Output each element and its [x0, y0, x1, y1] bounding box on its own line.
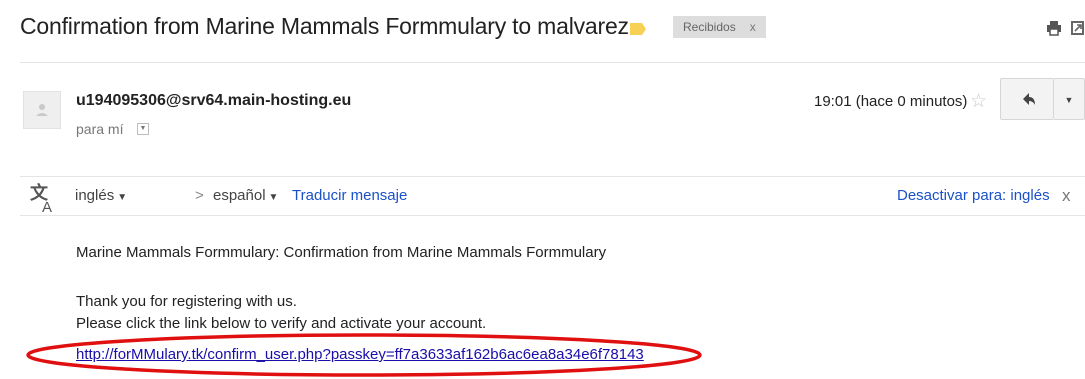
more-actions-button[interactable]: ▼	[1054, 78, 1085, 120]
email-subject: Confirmation from Marine Mammals Formmul…	[20, 13, 629, 39]
translate-icon: 文 A	[30, 183, 52, 213]
close-translate-bar-icon[interactable]: x	[1062, 186, 1071, 206]
chevron-down-icon: ▼	[268, 192, 279, 203]
reply-button[interactable]	[1000, 78, 1054, 120]
chevron-down-icon: ▼	[117, 192, 128, 203]
avatar[interactable]	[23, 91, 61, 129]
inbox-label-chip[interactable]: Recibidos x	[673, 16, 766, 38]
important-label-icon[interactable]	[630, 23, 646, 35]
recipient-details-dropdown[interactable]: ▼	[137, 123, 149, 135]
sender-address[interactable]: u194095306@srv64.main-hosting.eu	[76, 92, 351, 110]
source-language-label: inglés	[75, 187, 115, 204]
reply-icon	[1023, 93, 1035, 105]
highlight-ellipse	[26, 333, 702, 377]
language-separator: >	[195, 187, 204, 204]
new-window-icon[interactable]	[1070, 20, 1085, 36]
target-language-label: español	[213, 187, 266, 204]
svg-text:A: A	[42, 199, 52, 213]
star-icon[interactable]: ☆	[970, 92, 987, 111]
recipient-line: para mí	[76, 121, 124, 137]
header-divider	[20, 62, 1085, 63]
deactivate-translation-link[interactable]: Desactivar para: inglés	[897, 187, 1050, 204]
print-icon[interactable]	[1046, 20, 1062, 36]
person-icon	[36, 104, 48, 116]
body-line-2: Thank you for registering with us.	[76, 293, 297, 310]
timestamp: 19:01 (hace 0 minutos)	[814, 93, 968, 110]
translate-message-link[interactable]: Traducir mensaje	[292, 187, 407, 204]
body-line-1: Marine Mammals Formmulary: Confirmation …	[76, 244, 607, 261]
target-language-select[interactable]: español ▼	[213, 187, 278, 204]
inbox-label-text: Recibidos	[683, 20, 736, 34]
source-language-select[interactable]: inglés ▼	[75, 187, 127, 204]
remove-label-icon[interactable]: x	[750, 20, 756, 34]
